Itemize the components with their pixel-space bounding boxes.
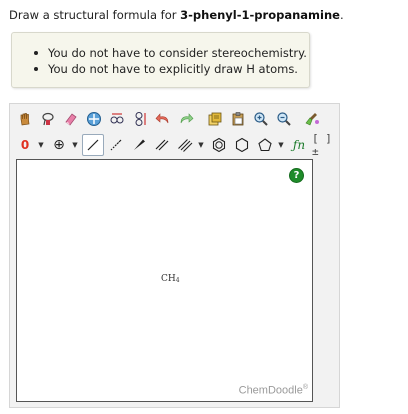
zoom-in-button[interactable] xyxy=(250,108,272,130)
toolbar-row-1 xyxy=(14,107,325,131)
hint-item: You do not have to explicitly draw H ato… xyxy=(34,61,309,77)
eraser-tool-button[interactable] xyxy=(60,108,82,130)
chemdoodle-editor: 0 ▼ ⊕ ▼ ▼ ▼ ƒn [ ]± ? CH4 ChemDoodle® xyxy=(9,103,340,408)
chevron-down-icon[interactable]: ▼ xyxy=(277,134,285,156)
lasso-icon xyxy=(42,112,54,126)
compound-name: 3-phenyl-1-propanamine xyxy=(180,8,340,22)
flip-horizontal-button[interactable] xyxy=(106,108,128,130)
hint-box: You do not have to consider stereochemis… xyxy=(11,32,310,88)
center-button[interactable] xyxy=(83,108,105,130)
benzene-ring-button[interactable] xyxy=(208,134,230,156)
flip-horizontal-icon xyxy=(110,113,124,124)
pentagon-ring-button[interactable] xyxy=(254,134,276,156)
functions-button[interactable]: ƒn xyxy=(288,134,310,156)
double-bond-button[interactable] xyxy=(151,134,173,156)
chevron-down-icon[interactable]: ▼ xyxy=(37,134,45,156)
add-charge-button[interactable]: ⊕ xyxy=(48,134,70,156)
zoom-out-button[interactable] xyxy=(273,108,295,130)
copy-button[interactable] xyxy=(204,108,226,130)
undo-button[interactable] xyxy=(152,108,174,130)
drawing-canvas[interactable]: ? CH4 ChemDoodle® xyxy=(16,159,313,402)
hint-list: You do not have to consider stereochemis… xyxy=(12,33,309,77)
pentagon-ring-icon xyxy=(258,138,272,152)
flip-vertical-icon xyxy=(135,112,146,126)
bracket-icon: [ ]± xyxy=(312,132,332,158)
lasso-tool-button[interactable] xyxy=(37,108,59,130)
flip-vertical-button[interactable] xyxy=(129,108,151,130)
eraser-icon xyxy=(65,113,77,126)
bracket-button[interactable]: [ ]± xyxy=(311,132,333,158)
function-icon: ƒn xyxy=(292,138,306,152)
triple-bond-icon xyxy=(178,139,193,152)
redo-icon xyxy=(180,113,194,124)
zoom-in-icon xyxy=(254,112,268,126)
chevron-down-icon[interactable]: ▼ xyxy=(197,134,205,156)
hashed-bond-icon xyxy=(110,139,122,151)
hint-item: You do not have to consider stereochemis… xyxy=(34,45,309,61)
undo-icon xyxy=(155,113,169,124)
wedge-bond-icon xyxy=(134,139,145,150)
hand-icon xyxy=(20,113,30,126)
toolbar-row-2: 0 ▼ ⊕ ▼ ▼ ▼ ƒn [ ]± xyxy=(14,132,334,158)
paste-icon xyxy=(232,112,244,126)
wedge-bond-button[interactable] xyxy=(128,134,150,156)
molecule-label: CH4 xyxy=(161,274,180,284)
double-bond-icon xyxy=(155,139,169,151)
plus-circle-icon: ⊕ xyxy=(53,137,65,153)
clean-button[interactable] xyxy=(302,108,324,130)
clean-icon xyxy=(305,113,319,126)
chevron-down-icon[interactable]: ▼ xyxy=(71,134,79,156)
hexagon-ring-icon xyxy=(235,137,249,153)
chemdoodle-logo: ChemDoodle® xyxy=(238,384,308,397)
triple-bond-button[interactable] xyxy=(174,134,196,156)
hand-tool-button[interactable] xyxy=(14,108,36,130)
zoom-out-icon xyxy=(277,112,291,126)
copy-icon xyxy=(208,112,222,126)
single-bond-icon xyxy=(87,139,99,151)
paste-button[interactable] xyxy=(227,108,249,130)
hexagon-ring-button[interactable] xyxy=(231,134,253,156)
center-icon xyxy=(87,112,101,126)
question-text: Draw a structural formula for 3-phenyl-1… xyxy=(9,8,344,22)
redo-button[interactable] xyxy=(175,108,197,130)
single-bond-button[interactable] xyxy=(82,134,104,156)
benzene-ring-icon xyxy=(212,137,226,153)
hash-bond-button[interactable] xyxy=(105,134,127,156)
charge-button[interactable]: 0 xyxy=(14,134,36,156)
help-button[interactable]: ? xyxy=(289,168,304,183)
